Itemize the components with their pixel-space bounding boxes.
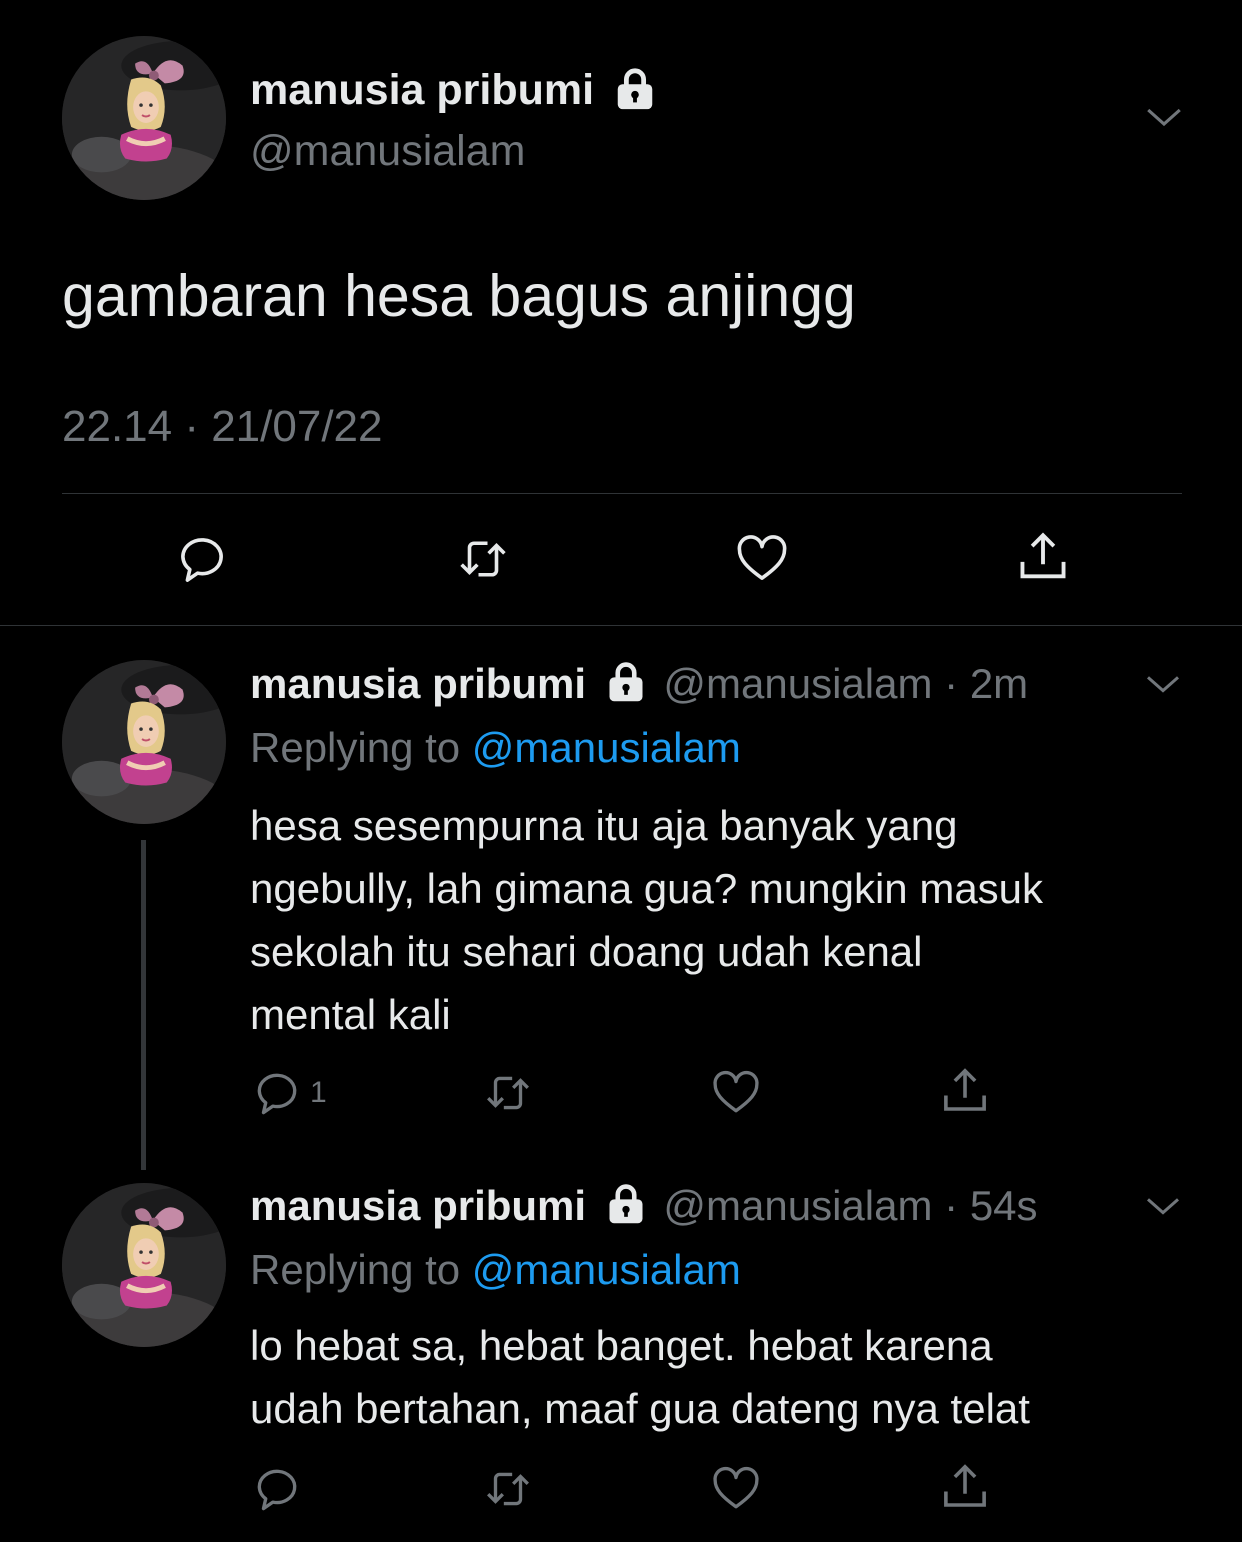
tweet-time[interactable]: 54s <box>970 1182 1038 1229</box>
like-icon <box>710 1464 762 1514</box>
avatar[interactable] <box>62 660 226 824</box>
time-separator: · <box>944 660 959 707</box>
handle[interactable]: @manusialam <box>663 1182 932 1229</box>
handle[interactable]: @manusialam <box>663 660 932 707</box>
reply-count: 1 <box>310 1076 327 1109</box>
tweet-time[interactable]: 2m <box>970 660 1028 707</box>
display-name[interactable]: manusia pribumi <box>250 1182 586 1229</box>
avatar[interactable] <box>62 36 226 200</box>
display-name-text: manusia pribumi <box>250 66 595 114</box>
reply-icon <box>252 1464 302 1514</box>
tweet-text-line: lo hebat sa, hebat banget. hebat karena <box>250 1322 993 1369</box>
share-icon <box>938 1460 992 1514</box>
mention-link[interactable]: @manusialam <box>472 1246 741 1293</box>
reply-header: manusia pribumi @manusialam · 2m <box>250 660 1028 708</box>
time-separator: · <box>944 1182 959 1229</box>
share-icon <box>938 1064 992 1118</box>
tweet-timestamp[interactable]: 22.14 · 21/07/22 <box>62 402 382 452</box>
share-button[interactable] <box>938 1460 992 1514</box>
replying-to: Replying to @manusialam <box>250 724 741 772</box>
divider <box>62 493 1182 494</box>
lock-icon <box>604 1182 648 1226</box>
thread-line <box>141 840 146 1170</box>
tweet-text: gambaran hesa bagus anjingg <box>62 263 856 329</box>
retweet-button[interactable] <box>453 532 513 586</box>
tweet-text-line: ngebully, lah gimana gua? mungkin masuk <box>250 865 1044 912</box>
like-button[interactable] <box>710 1068 762 1118</box>
lock-icon <box>612 66 658 112</box>
like-button[interactable] <box>710 1464 762 1514</box>
reply-header: manusia pribumi @manusialam · 54s <box>250 1182 1038 1230</box>
reply-button[interactable] <box>252 1464 302 1514</box>
replying-to: Replying to @manusialam <box>250 1246 741 1294</box>
retweet-icon <box>453 532 513 586</box>
retweet-button[interactable] <box>480 1068 536 1118</box>
tweet-text-line: hesa sesempurna itu aja banyak yang <box>250 802 958 849</box>
chevron-down-icon[interactable] <box>1143 96 1185 138</box>
retweet-button[interactable] <box>480 1464 536 1514</box>
reply-button[interactable]: 1 <box>252 1068 327 1118</box>
chevron-down-icon[interactable] <box>1143 664 1183 704</box>
share-button[interactable] <box>938 1064 992 1118</box>
reply-button[interactable] <box>175 532 229 586</box>
replying-label: Replying to <box>250 724 461 771</box>
like-button[interactable] <box>734 532 790 586</box>
retweet-icon <box>480 1464 536 1514</box>
chevron-down-icon[interactable] <box>1143 1186 1183 1226</box>
avatar[interactable] <box>62 1183 226 1347</box>
like-icon <box>734 532 790 586</box>
like-icon <box>710 1068 762 1118</box>
share-button[interactable] <box>1014 528 1072 586</box>
tweet-text-line: sekolah itu sehari doang udah kenal <box>250 928 923 975</box>
lock-icon <box>604 660 648 704</box>
tweet-text-line: udah bertahan, maaf gua dateng nya telat <box>250 1385 1030 1432</box>
retweet-icon <box>480 1068 536 1118</box>
share-icon <box>1014 528 1072 586</box>
handle[interactable]: @manusialam <box>250 127 525 176</box>
reply-icon <box>252 1068 302 1118</box>
display-name[interactable]: manusia pribumi <box>250 660 586 707</box>
display-name[interactable]: manusia pribumi <box>250 66 658 115</box>
divider <box>0 625 1242 626</box>
mention-link[interactable]: @manusialam <box>472 724 741 771</box>
replying-label: Replying to <box>250 1246 461 1293</box>
reply-icon <box>175 532 229 586</box>
tweet-text-line: mental kali <box>250 991 451 1038</box>
